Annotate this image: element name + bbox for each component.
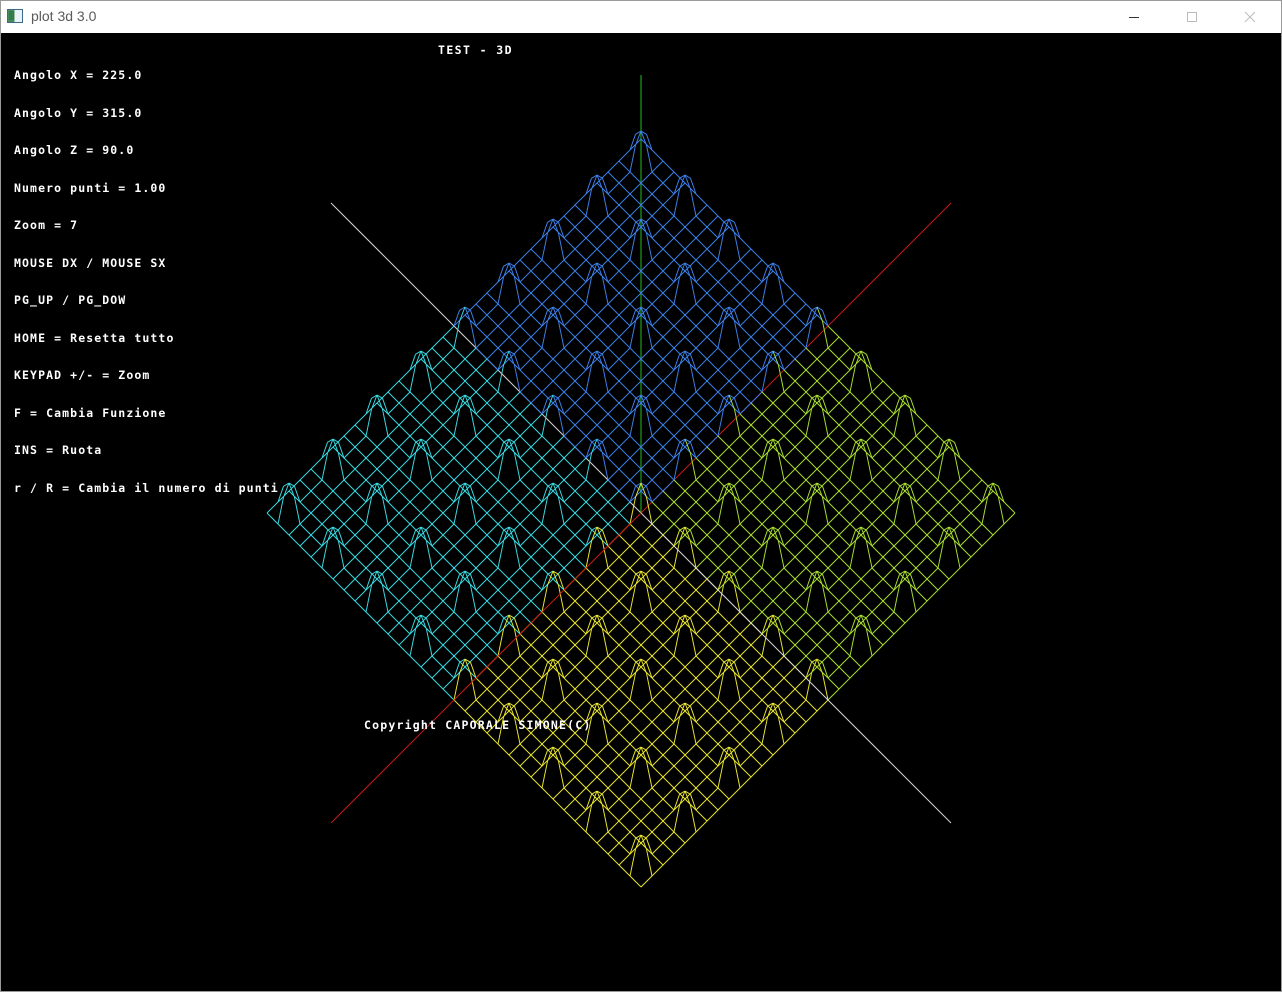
plot-canvas-area[interactable]: Angolo X = 225.0 Angolo Y = 315.0 Angolo… <box>1 33 1281 991</box>
surface-region-left <box>266 306 631 701</box>
info-points-key: r / R = Cambia il numero di punti <box>14 480 279 495</box>
surface-region-bottom <box>453 482 829 888</box>
info-points: Numero punti = 1.00 <box>14 180 167 195</box>
minimize-button[interactable] <box>1111 1 1157 33</box>
close-icon <box>1244 11 1256 23</box>
info-mouse: MOUSE DX / MOUSE SX <box>14 255 167 270</box>
window-title: plot 3d 3.0 <box>31 8 97 24</box>
plot-title: TEST - 3D <box>438 43 513 57</box>
minimize-icon <box>1129 17 1139 18</box>
info-keypad: KEYPAD +/- = Zoom <box>14 368 151 382</box>
title-bar[interactable]: plot 3d 3.0 <box>1 0 1281 33</box>
axis-white-front <box>640 512 952 824</box>
info-angle-x: Angolo X = 225.0 <box>14 68 143 82</box>
maximize-icon <box>1187 12 1197 22</box>
info-home: HOME = Resetta tutto <box>14 330 175 345</box>
axis-red-front <box>330 512 642 824</box>
copyright-text: Copyright CAPORALE SIMONE(C) <box>364 718 592 732</box>
app-window: plot 3d 3.0 Angolo X = 225.0 Angolo Y = … <box>0 0 1282 992</box>
maximize-button[interactable] <box>1169 1 1215 33</box>
app-icon <box>7 9 23 23</box>
info-angle-y: Angolo Y = 315.0 <box>14 105 143 120</box>
surface-region-right <box>651 306 1016 701</box>
info-panel: Angolo X = 225.0 Angolo Y = 315.0 Angolo… <box>14 44 279 519</box>
info-pgup: PG_UP / PG_DOW <box>14 293 127 307</box>
close-button[interactable] <box>1227 1 1273 33</box>
info-angle-z: Angolo Z = 90.0 <box>14 143 135 157</box>
info-function: F = Cambia Funzione <box>14 405 167 420</box>
info-zoom: Zoom = 7 <box>14 218 79 232</box>
info-rotate: INS = Ruota <box>14 443 103 457</box>
